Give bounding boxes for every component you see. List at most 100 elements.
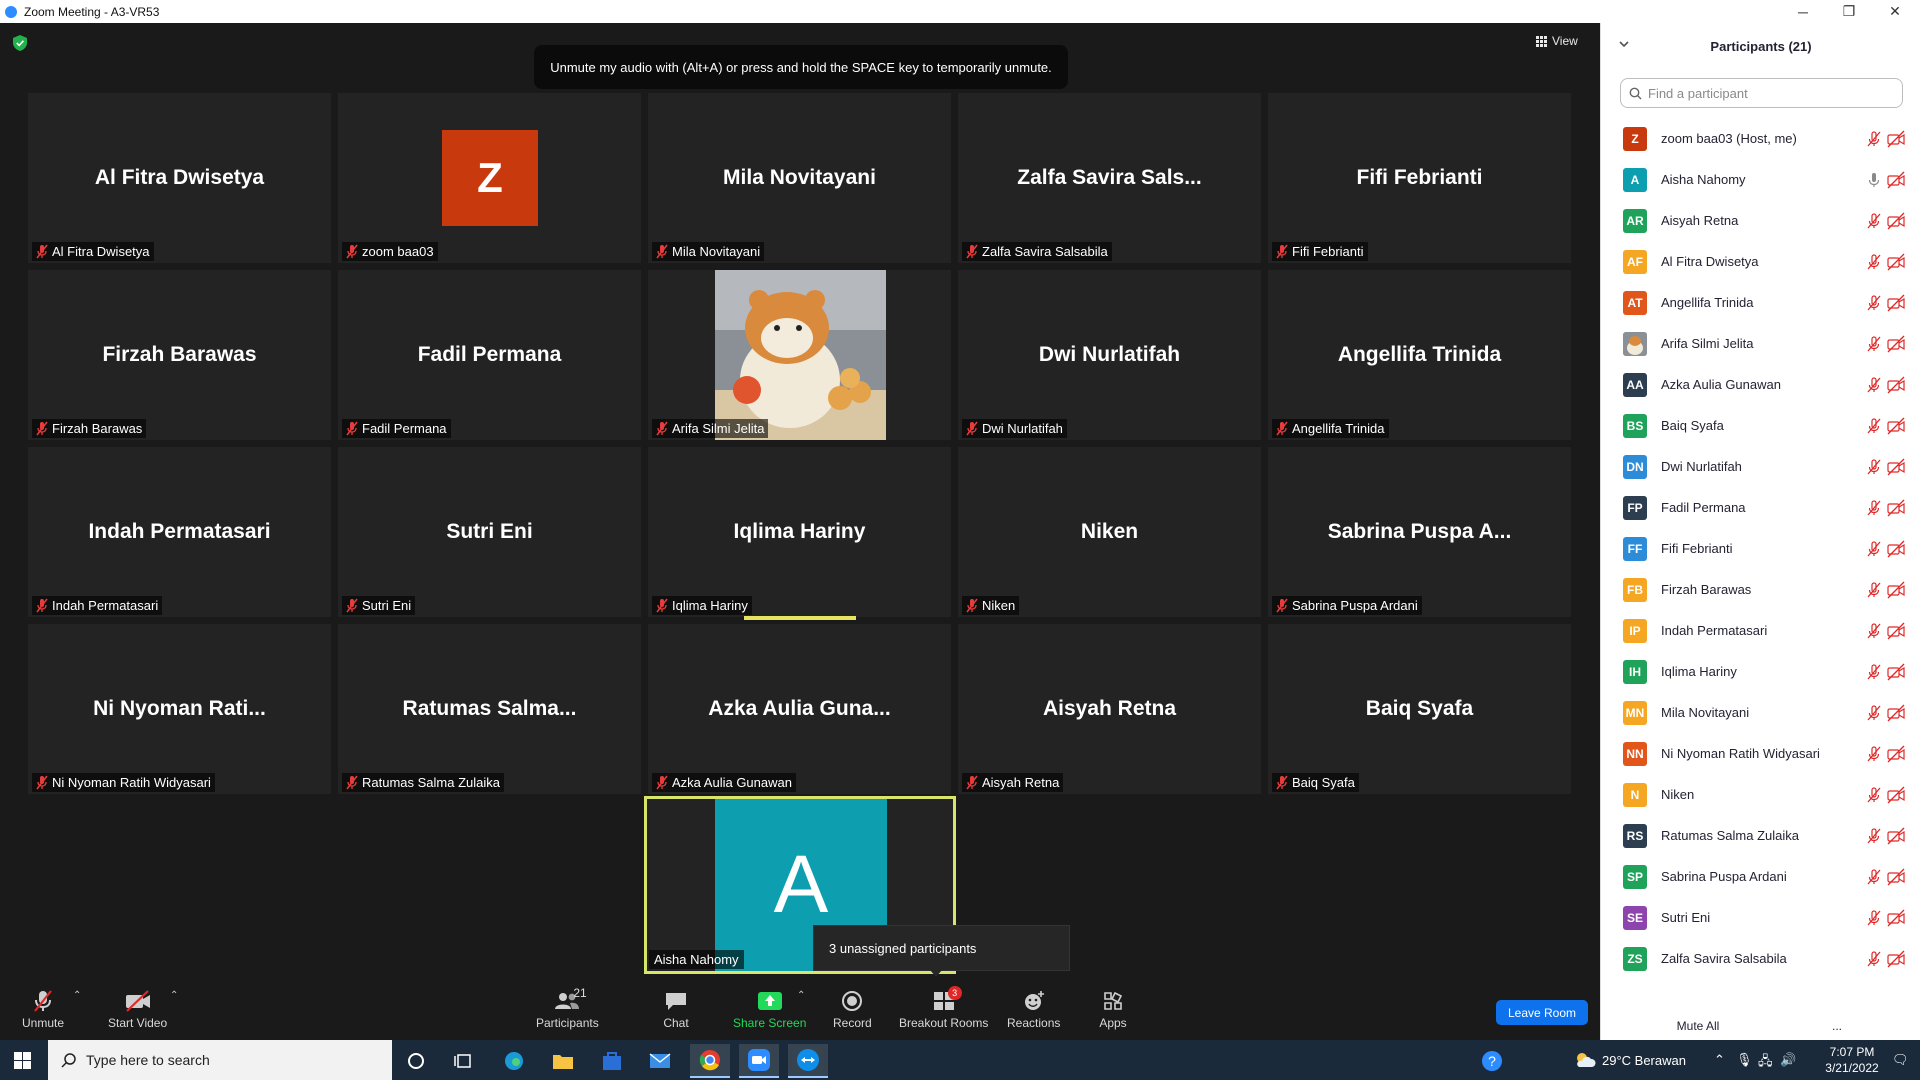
video-tile[interactable]: Iqlima Hariny Iqlima Hariny (648, 447, 951, 617)
mute-all-button[interactable]: Mute All (1658, 1013, 1738, 1039)
unmute-button[interactable]: Unmute (22, 988, 64, 1036)
video-tile[interactable]: Sutri Eni Sutri Eni (338, 447, 641, 617)
video-off-icon[interactable] (1886, 704, 1906, 722)
leave-room-button[interactable]: Leave Room (1496, 1000, 1588, 1025)
video-tile[interactable]: Zalfa Savira Sals... Zalfa Savira Salsabi… (958, 93, 1261, 263)
participant-row[interactable]: RS Ratumas Salma Zulaika (1601, 818, 1920, 859)
participant-row[interactable]: AF Al Fitra Dwisetya (1601, 244, 1920, 285)
video-tile[interactable]: Fadil Permana Fadil Permana (338, 270, 641, 440)
participant-row[interactable]: NN Ni Nyoman Ratih Widyasari (1601, 736, 1920, 777)
video-tile[interactable]: Fifi Febrianti Fifi Febrianti (1268, 93, 1571, 263)
participant-row[interactable]: N Niken (1601, 777, 1920, 818)
network-icon[interactable]: 🖧 (1758, 1052, 1773, 1074)
participant-row[interactable]: SP Sabrina Puspa Ardani (1601, 859, 1920, 900)
teamviewer-icon[interactable] (788, 1044, 828, 1078)
file-explorer-icon[interactable] (543, 1044, 583, 1078)
video-tile[interactable]: Ni Nyoman Rati... Ni Nyoman Ratih Widyasa… (28, 624, 331, 794)
video-tile[interactable]: Azka Aulia Guna... Azka Aulia Gunawan (648, 624, 951, 794)
participant-row[interactable]: A Aisha Nahomy (1601, 162, 1920, 203)
task-view-icon[interactable] (443, 1044, 483, 1078)
windows-start-icon[interactable] (14, 1052, 31, 1069)
weather-widget[interactable]: 29°C Berawan (1574, 1040, 1686, 1080)
participant-row[interactable]: Arifa Silmi Jelita (1601, 326, 1920, 367)
view-button[interactable]: View (1536, 31, 1586, 51)
video-tile[interactable]: Niken Niken (958, 447, 1261, 617)
mic-muted-icon[interactable] (1865, 417, 1883, 435)
share-screen-button[interactable]: Share Screen (733, 988, 806, 1036)
participant-row[interactable]: ZS Zalfa Savira Salsabila (1601, 941, 1920, 982)
participant-row[interactable]: FP Fadil Permana (1601, 490, 1920, 531)
video-off-icon[interactable] (1886, 950, 1906, 968)
video-tile[interactable]: Firzah Barawas Firzah Barawas (28, 270, 331, 440)
mic-muted-icon[interactable] (1865, 745, 1883, 763)
apps-button[interactable]: Apps (1099, 988, 1127, 1036)
participant-row[interactable]: SE Sutri Eni (1601, 900, 1920, 941)
microsoft-store-icon[interactable] (592, 1044, 632, 1078)
video-off-icon[interactable] (1886, 130, 1906, 148)
cortana-icon[interactable] (396, 1044, 436, 1078)
video-tile[interactable]: Ratumas Salma... Ratumas Salma Zulaika (338, 624, 641, 794)
more-options-button[interactable]: ... (1823, 1014, 1851, 1038)
video-off-icon[interactable] (1886, 458, 1906, 476)
participant-row[interactable]: DN Dwi Nurlatifah (1601, 449, 1920, 490)
video-off-icon[interactable] (1886, 786, 1906, 804)
video-off-icon[interactable] (1886, 909, 1906, 927)
video-tile[interactable]: Arifa Silmi Jelita (648, 270, 951, 440)
share-options-chevron-icon[interactable]: ⌃ (797, 990, 805, 1001)
mic-muted-icon[interactable] (1865, 581, 1883, 599)
video-tile[interactable]: Indah Permatasari Indah Permatasari (28, 447, 331, 617)
minimize-button[interactable]: ─ (1780, 0, 1826, 23)
video-off-icon[interactable] (1886, 622, 1906, 640)
video-tile[interactable]: Baiq Syafa Baiq Syafa (1268, 624, 1571, 794)
start-video-button[interactable]: Start Video (108, 988, 167, 1036)
video-off-icon[interactable] (1886, 868, 1906, 886)
mic-muted-icon[interactable] (1865, 376, 1883, 394)
mic-muted-icon[interactable] (1865, 704, 1883, 722)
video-tile[interactable]: Zzoom baa03 (338, 93, 641, 263)
participant-row[interactable]: Zzoom baa03 (Host, me) (1601, 121, 1920, 162)
mic-muted-icon[interactable] (1865, 622, 1883, 640)
mic-muted-icon[interactable] (1865, 335, 1883, 353)
mic-muted-icon[interactable] (1865, 253, 1883, 271)
tray-chevron-icon[interactable]: ⌃ (1714, 1052, 1725, 1068)
mic-muted-icon[interactable] (1865, 663, 1883, 681)
zoom-taskbar-icon[interactable] (739, 1044, 779, 1078)
mic-muted-icon[interactable] (1865, 950, 1883, 968)
help-icon[interactable]: ? (1472, 1044, 1512, 1078)
participant-row[interactable]: FB Firzah Barawas (1601, 572, 1920, 613)
volume-icon[interactable]: 🔊 (1780, 1052, 1796, 1068)
video-off-icon[interactable] (1886, 212, 1906, 230)
mic-muted-icon[interactable] (1865, 827, 1883, 845)
video-options-chevron-icon[interactable]: ⌃ (170, 990, 178, 1001)
taskbar-clock[interactable]: 7:07 PM 3/21/2022 (1822, 1044, 1882, 1076)
video-tile[interactable]: Dwi Nurlatifah Dwi Nurlatifah (958, 270, 1261, 440)
video-off-icon[interactable] (1886, 827, 1906, 845)
chrome-browser-icon[interactable] (690, 1044, 730, 1078)
participant-row[interactable]: IH Iqlima Hariny (1601, 654, 1920, 695)
video-off-icon[interactable] (1886, 540, 1906, 558)
security-shield-icon[interactable] (13, 35, 27, 51)
mic-muted-icon[interactable] (1865, 786, 1883, 804)
mic-muted-icon[interactable] (1865, 458, 1883, 476)
mail-icon[interactable] (640, 1044, 680, 1078)
mic-muted-icon[interactable] (1865, 212, 1883, 230)
video-off-icon[interactable] (1886, 335, 1906, 353)
video-tile[interactable]: Aisyah Retna Aisyah Retna (958, 624, 1261, 794)
mic-muted-icon[interactable] (1865, 294, 1883, 312)
participant-search-input[interactable]: Find a participant (1620, 78, 1903, 108)
audio-options-chevron-icon[interactable]: ⌃ (73, 990, 81, 1001)
video-tile[interactable]: Mila Novitayani Mila Novitayani (648, 93, 951, 263)
record-button[interactable]: Record (833, 988, 872, 1036)
video-tile[interactable]: Al Fitra Dwisetya Al Fitra Dwisetya (28, 93, 331, 263)
video-off-icon[interactable] (1886, 253, 1906, 271)
video-off-icon[interactable] (1886, 581, 1906, 599)
participant-row[interactable]: FF Fifi Febrianti (1601, 531, 1920, 572)
video-off-icon[interactable] (1886, 376, 1906, 394)
edge-browser-icon[interactable] (494, 1044, 534, 1078)
microphone-tray-icon[interactable]: 🎙 (1736, 1052, 1753, 1068)
mic-muted-icon[interactable] (1865, 540, 1883, 558)
participant-row[interactable]: AA Azka Aulia Gunawan (1601, 367, 1920, 408)
mic-muted-icon[interactable] (1865, 909, 1883, 927)
video-off-icon[interactable] (1886, 294, 1906, 312)
participants-button[interactable]: 21 Participants (536, 986, 599, 1036)
